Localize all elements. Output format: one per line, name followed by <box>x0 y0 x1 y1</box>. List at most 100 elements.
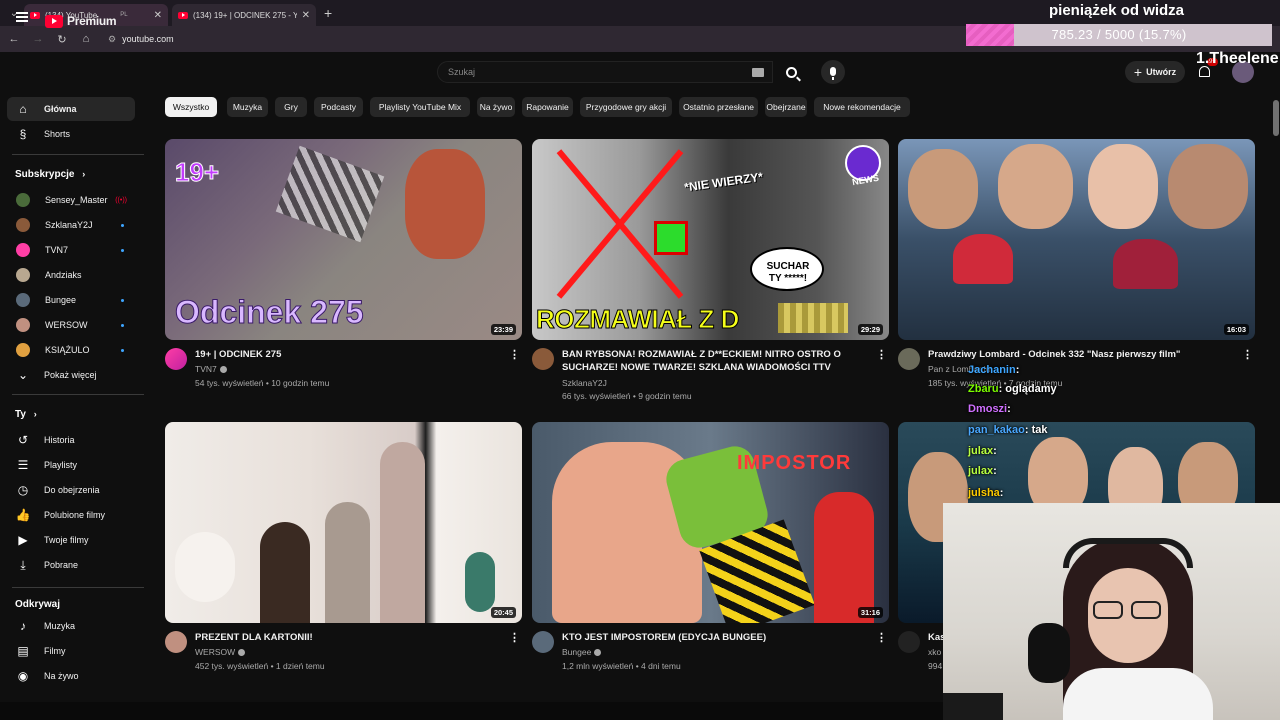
video-title[interactable]: Prawdziwy Lombard - Odcinek 332 "Nasz pi… <box>928 348 1228 361</box>
filter-chip[interactable]: Wszystko <box>165 97 217 117</box>
filter-chip[interactable]: Rapowanie <box>522 97 573 117</box>
reload-icon[interactable]: ↻ <box>56 33 68 46</box>
channel-avatar[interactable] <box>165 348 187 370</box>
channel-avatar[interactable] <box>898 631 920 653</box>
sidebar-subscription-item[interactable]: KSIĄŻULO <box>7 338 135 362</box>
keyboard-icon[interactable] <box>752 68 764 77</box>
chat-message: julax: <box>968 465 997 477</box>
sidebar-item-label: Andziaks <box>45 270 82 280</box>
sidebar-item-label: SzklanaY2J <box>45 220 93 230</box>
sidebar-item-watch-later[interactable]: ◷ Do obejrzenia <box>7 478 135 502</box>
video-info: Kas xko 994 <box>898 631 945 681</box>
download-icon: ⤓ <box>20 557 26 572</box>
filter-chip[interactable]: Playlisty YouTube Mix <box>370 97 470 117</box>
sidebar-item-your-videos[interactable]: ▶ Twoje filmy <box>7 528 135 552</box>
search-input[interactable]: Szukaj <box>437 61 773 83</box>
sidebar-item-label: Shorts <box>44 129 71 139</box>
create-button[interactable]: + Utwórz <box>1125 61 1185 83</box>
more-options-icon[interactable]: ⋮ <box>876 348 887 361</box>
sidebar-item-home[interactable]: ⌂ Główna <box>7 97 135 121</box>
voice-search-button[interactable] <box>821 60 845 84</box>
sidebar-item-live[interactable]: ◉ Na żywo <box>7 664 135 688</box>
video-title[interactable]: KTO JEST IMPOSTOREM (EDYCJA BUNGEE) <box>562 631 862 644</box>
channel-avatar <box>16 243 30 257</box>
more-options-icon[interactable]: ⋮ <box>1242 348 1253 361</box>
chat-message: Jachanin: <box>968 364 1019 376</box>
more-options-icon[interactable]: ⋮ <box>876 631 887 644</box>
search-button[interactable] <box>776 61 806 83</box>
sidebar-item-shorts[interactable]: § Shorts <box>7 122 135 146</box>
subscriptions-heading[interactable]: Subskrypcje › <box>15 169 85 180</box>
channel-name[interactable]: SzklanaY2J <box>562 378 607 388</box>
forward-icon[interactable]: → <box>32 33 44 45</box>
url-field[interactable]: ⚙ youtube.com <box>108 34 174 45</box>
sidebar: ⌂ Główna § Shorts Subskrypcje › Sensey_M… <box>0 92 150 702</box>
new-tab-icon[interactable]: + <box>324 5 332 21</box>
channel-avatar[interactable] <box>165 631 187 653</box>
filter-chip[interactable]: Nowe rekomendacje <box>814 97 910 117</box>
video-title[interactable]: PREZENT DLA KARTONII! <box>195 631 495 644</box>
channel-avatar[interactable] <box>532 631 554 653</box>
site-settings-icon[interactable]: ⚙ <box>108 34 116 45</box>
filter-chip[interactable]: Podcasty <box>314 97 363 117</box>
video-thumbnail[interactable]: IMPOSTOR 31:16 <box>532 422 889 623</box>
channel-avatar[interactable] <box>898 348 920 370</box>
video-thumbnail[interactable]: 20:45 <box>165 422 522 623</box>
sidebar-item-download[interactable]: ⤓ Pobrane <box>7 553 135 577</box>
channel-name[interactable]: WERSOW <box>195 647 246 657</box>
sidebar-subscription-item[interactable]: Sensey_Master ((•)) <box>7 188 135 212</box>
channel-avatar[interactable] <box>532 348 554 370</box>
chat-text: : <box>999 487 1004 499</box>
new-content-dot <box>121 248 124 252</box>
tab-close-icon[interactable]: ✕ <box>302 10 310 21</box>
sidebar-item-label: Historia <box>44 435 75 445</box>
sidebar-item-movies[interactable]: ▤ Filmy <box>7 639 135 663</box>
filter-chip[interactable]: Na żywo <box>477 97 515 117</box>
video-thumbnail[interactable]: 19+ Odcinek 275 23:39 <box>165 139 522 340</box>
more-options-icon[interactable]: ⋮ <box>509 631 520 644</box>
back-icon[interactable]: ← <box>8 33 20 45</box>
chat-username: Dmoszi <box>968 403 1008 415</box>
filter-chip[interactable]: Muzyka <box>227 97 268 117</box>
filter-chip[interactable]: Gry <box>275 97 307 117</box>
channel-name[interactable]: xko <box>928 647 941 657</box>
page-scrollbar[interactable] <box>1273 100 1279 136</box>
filter-chip[interactable]: Ostatnio przesłane <box>679 97 758 117</box>
sidebar-item-history[interactable]: ↺ Historia <box>7 428 135 452</box>
sidebar-item-music[interactable]: ♪ Muzyka <box>7 614 135 638</box>
sidebar-subscription-item[interactable]: WERSOW <box>7 313 135 337</box>
sidebar-subscription-item[interactable]: SzklanaY2J <box>7 213 135 237</box>
video-title[interactable]: BAN RYBSONA! ROZMAWIAŁ Z D**ECKIEM! NITR… <box>562 348 862 374</box>
chat-message: julsha: <box>968 487 1003 499</box>
watch-later-icon: ◷ <box>17 483 29 497</box>
filter-chip[interactable]: Przygodowe gry akcji <box>580 97 672 117</box>
youtube-premium-logo[interactable]: Premium PL <box>45 12 128 28</box>
thumbnail-text: IMPOSTOR <box>737 452 852 474</box>
duration-badge: 20:45 <box>490 607 516 618</box>
channel-avatar <box>16 318 30 332</box>
sidebar-subscription-item[interactable]: Andziaks <box>7 263 135 287</box>
channel-name[interactable]: TVN7 <box>195 364 227 374</box>
tab-close-icon[interactable]: ✕ <box>154 10 162 21</box>
you-heading[interactable]: Ty › <box>15 409 37 420</box>
sidebar-subscription-item[interactable]: TVN7 <box>7 238 135 262</box>
white-chair <box>175 532 235 602</box>
video-title[interactable]: Kas <box>928 631 945 644</box>
menu-icon[interactable] <box>16 12 28 22</box>
video-thumbnail[interactable]: *NIE WIERZY* SUCHAR TY *****! NEWS ROZMA… <box>532 139 889 340</box>
filter-chip[interactable]: Obejrzane <box>765 97 807 117</box>
channel-name[interactable]: Bungee <box>562 647 602 657</box>
sidebar-subscription-item[interactable]: Bungee <box>7 288 135 312</box>
home-icon[interactable]: ⌂ <box>80 33 92 45</box>
sidebar-show-more[interactable]: ⌄ Pokaż więcej <box>7 363 135 387</box>
search-placeholder: Szukaj <box>448 67 476 77</box>
more-options-icon[interactable]: ⋮ <box>509 348 520 361</box>
browser-tab-video[interactable]: (134) 19+ | ODCINEK 275 - YouTube ✕ <box>172 4 316 26</box>
video-thumbnail[interactable]: 16:03 <box>898 139 1255 340</box>
new-content-dot <box>121 298 124 302</box>
sidebar-item-like[interactable]: 👍 Polubione filmy <box>7 503 135 527</box>
video-title[interactable]: 19+ | ODCINEK 275 <box>195 348 495 361</box>
shorts-icon: § <box>19 127 27 141</box>
duration-badge: 16:03 <box>1223 324 1249 335</box>
sidebar-item-playlists[interactable]: ☰ Playlisty <box>7 453 135 477</box>
